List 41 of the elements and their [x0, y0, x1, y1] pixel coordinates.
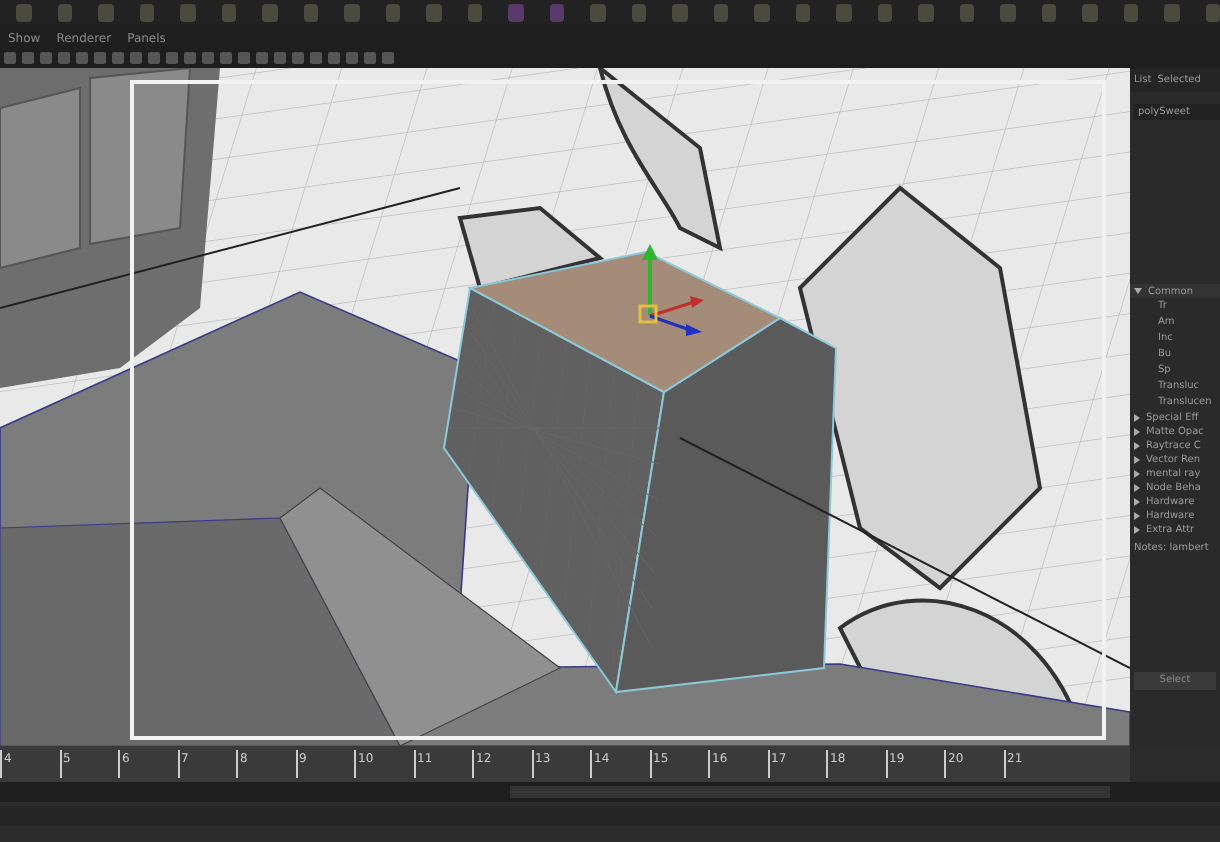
shelf-tool-icon[interactable]: [1205, 3, 1220, 21]
shelf-tool-icon[interactable]: [672, 3, 687, 21]
section-toggle-icon[interactable]: [1134, 413, 1140, 421]
shelf-tool-icon[interactable]: [508, 3, 523, 21]
shelf-tool-icon[interactable]: [713, 3, 728, 21]
shelf-tool-icon[interactable]: [344, 3, 359, 21]
shelf-tool-icon[interactable]: [590, 3, 605, 21]
move-manipulator-icon[interactable]: [638, 244, 704, 336]
section-toggle-icon[interactable]: [1134, 441, 1140, 449]
shelf-tool-icon[interactable]: [631, 3, 646, 21]
shelf-tool-icon[interactable]: [877, 3, 892, 21]
section-toggle-icon[interactable]: [1134, 427, 1140, 435]
shelf-tool-icon[interactable]: [1041, 3, 1056, 21]
shelf-tool-icon[interactable]: [1164, 3, 1179, 21]
shelf-tool-icon[interactable]: [1123, 3, 1138, 21]
shelf-tool-icon[interactable]: [385, 3, 400, 21]
shelf-tool-icon[interactable]: [467, 3, 482, 21]
shelf-tool-icon[interactable]: [262, 3, 277, 21]
shelf-tool-icon[interactable]: [180, 3, 195, 21]
shelf-tool-icon[interactable]: [57, 3, 72, 21]
shelf-tool-icon[interactable]: [836, 3, 851, 21]
section-toggle-icon[interactable]: [1134, 511, 1140, 519]
section-toggle-icon[interactable]: [1134, 483, 1140, 491]
shelf-tool-icon[interactable]: [918, 3, 933, 21]
section-toggle-icon[interactable]: [1134, 497, 1140, 505]
shelf-tool-icon[interactable]: [98, 3, 113, 21]
shelf-tool-icon[interactable]: [139, 3, 154, 21]
section-toggle-icon[interactable]: [1134, 469, 1140, 477]
shelf-tool-icon[interactable]: [16, 3, 31, 21]
section-toggle-icon[interactable]: [1134, 288, 1142, 294]
shelf-tool-icon[interactable]: [303, 3, 318, 21]
shelf-tool-icon[interactable]: [221, 3, 236, 21]
section-toggle-icon[interactable]: [1134, 455, 1140, 463]
shelf-tool-icon[interactable]: [754, 3, 769, 21]
shelf-tool-icon[interactable]: [795, 3, 810, 21]
shelf-tool-icon[interactable]: [426, 3, 441, 21]
section-toggle-icon[interactable]: [1134, 525, 1140, 533]
shelf-tool-icon[interactable]: [549, 3, 564, 21]
shelf-tool-icon[interactable]: [1082, 3, 1097, 21]
shelf-tool-icon[interactable]: [1000, 3, 1015, 21]
shelf-tool-icon[interactable]: [959, 3, 974, 21]
